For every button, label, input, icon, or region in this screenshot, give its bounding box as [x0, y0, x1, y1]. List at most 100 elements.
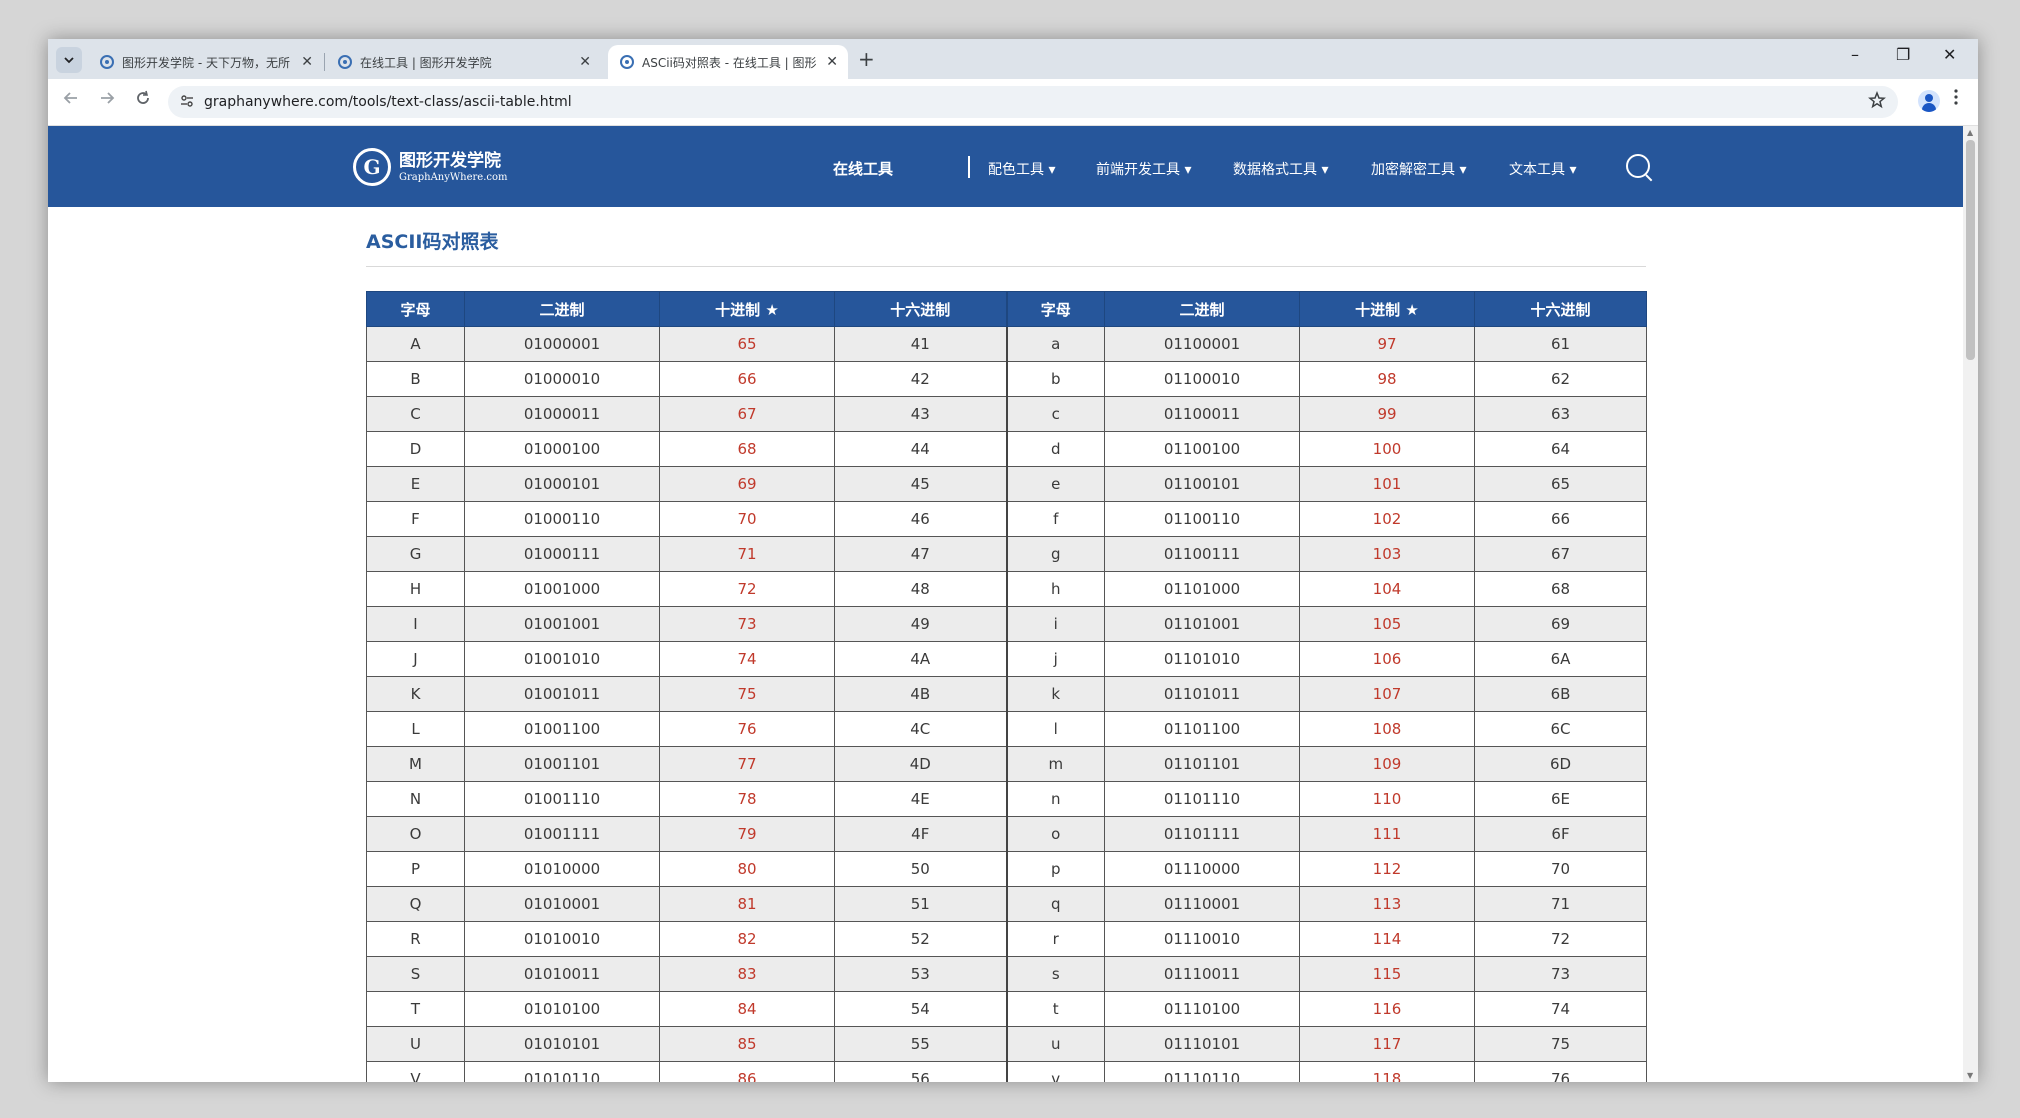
letter-cell: D	[366, 431, 465, 467]
back-icon[interactable]	[62, 89, 80, 107]
site-settings-icon[interactable]	[180, 94, 194, 108]
page-scrollbar[interactable]: ▲ ▼	[1963, 126, 1978, 1082]
letter-cell: a	[1005, 326, 1105, 362]
close-window-button[interactable]: ✕	[1943, 45, 1956, 64]
letter-cell: U	[366, 1026, 465, 1062]
table-row: V 01010110 86 56 v 01110110 118 76	[366, 1061, 1647, 1082]
table-row: K 01001011 75 4B k 01101011 107 6B	[366, 676, 1647, 712]
url-text[interactable]: graphanywhere.com/tools/text-class/ascii…	[204, 94, 572, 110]
nav-online-tools[interactable]: 在线工具	[833, 158, 893, 179]
tab-home[interactable]: 图形开发学院 - 天下万物，无所 ✕	[88, 45, 323, 79]
nav-data-format-tools[interactable]: 数据格式工具 ▾	[1233, 159, 1328, 179]
decimal-cell: 68	[659, 431, 835, 467]
profile-avatar-icon[interactable]	[1918, 90, 1940, 112]
decimal-cell: 77	[659, 746, 835, 782]
letter-cell: Q	[366, 886, 465, 922]
table-row: D 01000100 68 44 d 01100100 100 64	[366, 431, 1647, 467]
binary-cell: 01100011	[1104, 396, 1300, 432]
hex-cell: 46	[834, 501, 1007, 537]
binary-cell: 01110011	[1104, 956, 1300, 992]
decimal-cell: 118	[1299, 1061, 1475, 1082]
decimal-cell: 105	[1299, 606, 1475, 642]
hex-cell: 4D	[834, 746, 1007, 782]
nav-frontend-tools[interactable]: 前端开发工具 ▾	[1096, 159, 1191, 179]
binary-cell: 01000111	[464, 536, 660, 572]
col-header[interactable]: 十进制 ★	[659, 291, 835, 327]
table-row: O 01001111 79 4F o 01101111 111 6F	[366, 816, 1647, 852]
letter-cell: s	[1005, 956, 1105, 992]
hex-cell: 55	[834, 1026, 1007, 1062]
table-row: L 01001100 76 4C l 01101100 108 6C	[366, 711, 1647, 747]
decimal-cell: 102	[1299, 501, 1475, 537]
close-tab-icon[interactable]: ✕	[826, 54, 838, 70]
binary-cell: 01110100	[1104, 991, 1300, 1027]
search-icon[interactable]	[1626, 154, 1650, 178]
decimal-cell: 100	[1299, 431, 1475, 467]
nav-color-tools[interactable]: 配色工具 ▾	[988, 159, 1055, 179]
binary-cell: 01100110	[1104, 501, 1300, 537]
table-row: C 01000011 67 43 c 01100011 99 63	[366, 396, 1647, 432]
letter-cell: G	[366, 536, 465, 572]
tab-ascii-table[interactable]: ASCii码对照表 - 在线工具 | 图形 ✕	[608, 45, 848, 79]
new-tab-button[interactable]: +	[858, 47, 875, 71]
scroll-down-icon[interactable]: ▼	[1967, 1071, 1973, 1080]
hex-cell: 6F	[1474, 816, 1647, 852]
binary-cell: 01000101	[464, 466, 660, 502]
close-tab-icon[interactable]: ✕	[579, 54, 591, 70]
nav-text-tools[interactable]: 文本工具 ▾	[1509, 159, 1576, 179]
more-menu-icon[interactable]	[1953, 88, 1959, 106]
table-row: E 01000101 69 45 e 01100101 101 65	[366, 466, 1647, 502]
letter-cell: V	[366, 1061, 465, 1082]
site-favicon-icon	[620, 55, 634, 69]
letter-cell: K	[366, 676, 465, 712]
letter-cell: t	[1005, 991, 1105, 1027]
table-row: T 01010100 84 54 t 01110100 116 74	[366, 991, 1647, 1027]
binary-cell: 01101111	[1104, 816, 1300, 852]
letter-cell: R	[366, 921, 465, 957]
binary-cell: 01000001	[464, 326, 660, 362]
binary-cell: 01100010	[1104, 361, 1300, 397]
letter-cell: u	[1005, 1026, 1105, 1062]
restore-button[interactable]: ❐	[1896, 45, 1910, 64]
tab-online-tools[interactable]: 在线工具 | 图形开发学院 ✕	[326, 45, 601, 79]
col-header[interactable]: 十进制 ★	[1299, 291, 1475, 327]
binary-cell: 01001000	[464, 571, 660, 607]
logo-subtitle: GraphAnyWhere.com	[399, 172, 508, 183]
table-row: F 01000110 70 46 f 01100110 102 66	[366, 501, 1647, 537]
close-tab-icon[interactable]: ✕	[301, 54, 313, 70]
title-divider	[366, 266, 1646, 267]
hex-cell: 73	[1474, 956, 1647, 992]
hex-cell: 45	[834, 466, 1007, 502]
decimal-cell: 117	[1299, 1026, 1475, 1062]
decimal-cell: 67	[659, 396, 835, 432]
letter-cell: S	[366, 956, 465, 992]
binary-cell: 01010011	[464, 956, 660, 992]
letter-cell: J	[366, 641, 465, 677]
forward-icon[interactable]	[98, 89, 116, 107]
tab-search-button[interactable]	[56, 47, 82, 73]
col-header: 十六进制	[1474, 291, 1647, 327]
scroll-up-icon[interactable]: ▲	[1967, 128, 1973, 137]
minimize-button[interactable]: –	[1851, 45, 1859, 64]
reload-icon[interactable]	[134, 89, 152, 107]
decimal-cell: 84	[659, 991, 835, 1027]
letter-cell: q	[1005, 886, 1105, 922]
col-header: 字母	[366, 291, 465, 327]
col-header: 二进制	[1104, 291, 1300, 327]
decimal-cell: 112	[1299, 851, 1475, 887]
letter-cell: g	[1005, 536, 1105, 572]
binary-cell: 01001110	[464, 781, 660, 817]
address-bar[interactable]: graphanywhere.com/tools/text-class/ascii…	[168, 86, 1898, 118]
scroll-thumb[interactable]	[1966, 140, 1975, 360]
browser-toolbar: graphanywhere.com/tools/text-class/ascii…	[48, 79, 1978, 126]
binary-cell: 01101011	[1104, 676, 1300, 712]
bookmark-star-icon[interactable]	[1868, 91, 1886, 109]
binary-cell: 01010100	[464, 991, 660, 1027]
table-row: Q 01010001 81 51 q 01110001 113 71	[366, 886, 1647, 922]
table-row: B 01000010 66 42 b 01100010 98 62	[366, 361, 1647, 397]
site-logo[interactable]: G 图形开发学院 GraphAnyWhere.com	[353, 146, 553, 190]
nav-crypto-tools[interactable]: 加密解密工具 ▾	[1371, 159, 1466, 179]
binary-cell: 01001111	[464, 816, 660, 852]
decimal-cell: 116	[1299, 991, 1475, 1027]
hex-cell: 71	[1474, 886, 1647, 922]
